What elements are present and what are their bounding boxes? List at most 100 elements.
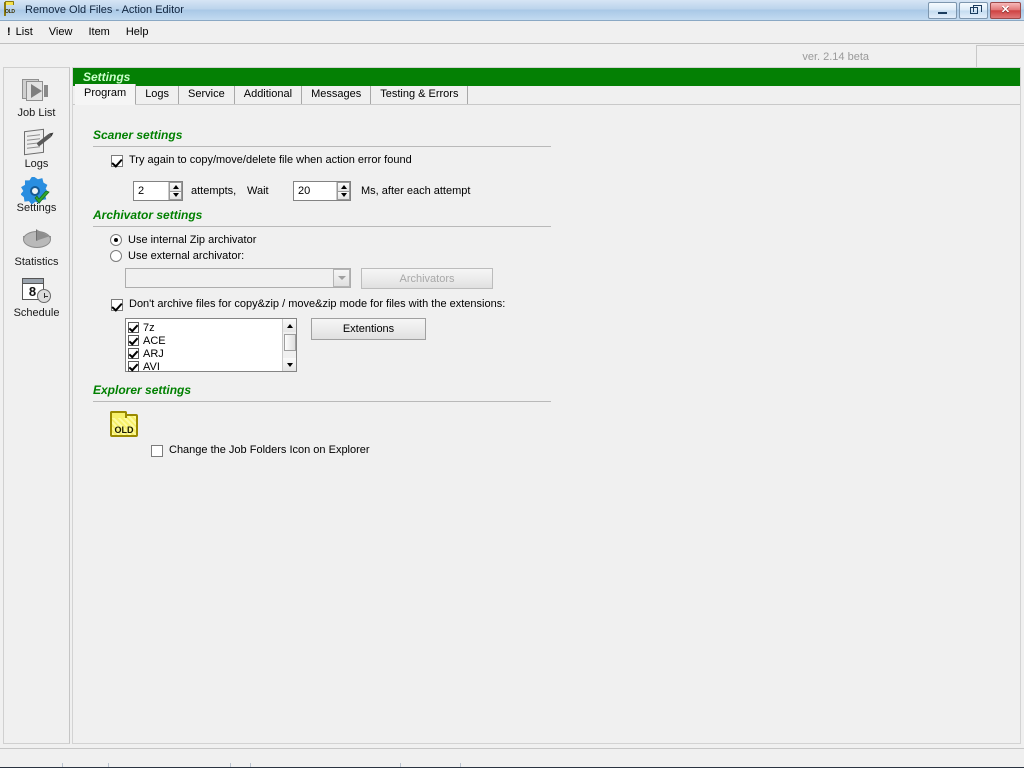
dont-archive-checkbox[interactable] <box>111 299 123 311</box>
ms-after-attempt-label: Ms, after each attempt <box>361 185 471 197</box>
wait-stepper-buttons[interactable] <box>336 182 350 200</box>
scroll-down-icon[interactable] <box>283 358 296 371</box>
wait-decrement[interactable] <box>337 190 350 200</box>
wait-value[interactable]: 20 <box>294 185 336 197</box>
wait-increment[interactable] <box>337 182 350 191</box>
logs-icon <box>20 127 54 157</box>
window-titlebar: OLD Remove Old Files - Action Editor ✕ <box>0 0 1024 21</box>
extension-checkbox[interactable] <box>128 348 139 359</box>
extensions-list-items: 7z ACE ARJ AVI <box>126 319 282 373</box>
extensions-listbox[interactable]: 7z ACE ARJ AVI <box>125 318 297 373</box>
sidebar-item-schedule[interactable]: 8 Schedule <box>4 268 69 319</box>
sidebar-label-statistics: Statistics <box>14 256 59 268</box>
sidebar-label-schedule: Schedule <box>13 307 60 319</box>
pie-chart-icon <box>20 225 54 255</box>
internal-zip-radio-label[interactable]: Use internal Zip archivator <box>128 234 256 246</box>
calendar-clock-icon: 8 <box>20 276 54 306</box>
sidebar: Job List Logs Settings Statistics 8 Sche… <box>3 67 70 744</box>
green-check-icon <box>33 190 50 205</box>
sidebar-label-logs: Logs <box>24 158 49 170</box>
minimize-icon <box>938 12 947 14</box>
extension-label: AVI <box>143 360 160 373</box>
extension-label: ACE <box>143 334 166 347</box>
external-archivator-radio[interactable] <box>110 250 122 262</box>
scrollbar-thumb[interactable] <box>283 334 296 351</box>
menubar: ! List View Item Help <box>0 21 1024 43</box>
attempts-label: attempts, <box>191 185 237 197</box>
explorer-settings-rule <box>93 401 551 402</box>
list-item[interactable]: ARJ <box>128 347 282 360</box>
archivators-button[interactable]: Archivators <box>361 268 493 289</box>
main-panel: Settings Program Logs Service Additional… <box>72 67 1021 744</box>
version-label: ver. 2.14 beta <box>802 51 869 63</box>
client-area: ver. 2.14 beta Job List Logs Settings St… <box>0 43 1024 748</box>
old-folder-icon-label: OLD <box>114 425 134 435</box>
wait-label: Wait <box>247 185 269 197</box>
extension-label: ARJ <box>143 347 164 360</box>
dont-archive-checkbox-label[interactable]: Don't archive files for copy&zip / move&… <box>129 298 505 310</box>
change-folder-icon-label[interactable]: Change the Job Folders Icon on Explorer <box>169 444 370 456</box>
change-folder-icon-checkbox[interactable] <box>151 445 163 457</box>
topright-placeholder <box>976 45 1024 67</box>
attempts-increment[interactable] <box>169 182 182 191</box>
sidebar-item-statistics[interactable]: Statistics <box>4 214 69 268</box>
sidebar-item-logs[interactable]: Logs <box>4 119 69 170</box>
sidebar-item-job-list[interactable]: Job List <box>4 68 69 119</box>
maximize-button[interactable] <box>959 2 988 19</box>
list-item[interactable]: AVI <box>128 360 282 373</box>
list-item[interactable]: 7z <box>128 321 282 334</box>
tab-testing-errors[interactable]: Testing & Errors <box>371 86 469 104</box>
retry-checkbox[interactable] <box>111 155 123 167</box>
joblist-icon <box>20 76 54 106</box>
extensions-button[interactable]: Extentions <box>311 318 426 340</box>
wait-stepper[interactable]: 20 <box>293 181 351 201</box>
chevron-down-icon[interactable] <box>333 269 350 287</box>
sidebar-label-job-list: Job List <box>17 107 56 119</box>
window-title: Remove Old Files - Action Editor <box>25 4 184 16</box>
restore-icon <box>969 5 982 14</box>
settings-gear-check-icon <box>20 178 54 208</box>
close-icon: ✕ <box>1000 4 1011 16</box>
program-tab-body: Scaner settings Try again to copy/move/d… <box>73 106 1020 743</box>
tab-messages[interactable]: Messages <box>302 86 372 104</box>
extensions-scrollbar[interactable] <box>282 319 296 371</box>
minimize-button[interactable] <box>928 2 957 19</box>
extension-checkbox[interactable] <box>128 361 139 372</box>
close-button[interactable]: ✕ <box>990 2 1021 19</box>
internal-zip-radio[interactable] <box>110 234 122 246</box>
external-archivator-radio-label[interactable]: Use external archivator: <box>128 250 244 262</box>
scroll-up-icon[interactable] <box>283 319 296 332</box>
extension-checkbox[interactable] <box>128 335 139 346</box>
list-item[interactable]: ACE <box>128 334 282 347</box>
attempts-value[interactable]: 2 <box>134 185 168 197</box>
panel-header-title: Settings <box>73 68 1020 86</box>
archivator-settings-rule <box>93 226 551 227</box>
menu-item-help[interactable]: Help <box>124 24 157 40</box>
statusbar <box>0 748 1024 768</box>
app-icon: OLD <box>4 2 20 17</box>
extension-checkbox[interactable] <box>128 322 139 333</box>
menu-bang-icon: ! <box>7 26 11 38</box>
attempts-decrement[interactable] <box>169 190 182 200</box>
archivator-settings-title: Archivator settings <box>93 208 203 222</box>
tab-logs[interactable]: Logs <box>136 86 180 104</box>
retry-checkbox-label[interactable]: Try again to copy/move/delete file when … <box>129 154 412 166</box>
sidebar-item-settings[interactable]: Settings <box>4 170 69 214</box>
menu-item-item[interactable]: Item <box>86 24 117 40</box>
menu-item-view[interactable]: View <box>47 24 81 40</box>
scaner-settings-title: Scaner settings <box>93 128 183 142</box>
tab-additional[interactable]: Additional <box>234 86 303 104</box>
archivator-combo[interactable] <box>125 268 351 288</box>
attempts-stepper[interactable]: 2 <box>133 181 183 201</box>
scaner-settings-rule <box>93 146 551 147</box>
old-folder-icon: OLD <box>110 411 138 437</box>
top-divider <box>0 43 1024 44</box>
extension-label: 7z <box>143 321 155 334</box>
tab-service[interactable]: Service <box>179 86 235 104</box>
menu-item-list[interactable]: List <box>14 24 41 40</box>
tab-program[interactable]: Program <box>75 84 137 105</box>
settings-tabstrip: Program Logs Service Additional Messages… <box>73 84 1020 105</box>
window-controls: ✕ <box>928 2 1021 19</box>
explorer-settings-title: Explorer settings <box>93 383 192 397</box>
attempts-stepper-buttons[interactable] <box>168 182 182 200</box>
